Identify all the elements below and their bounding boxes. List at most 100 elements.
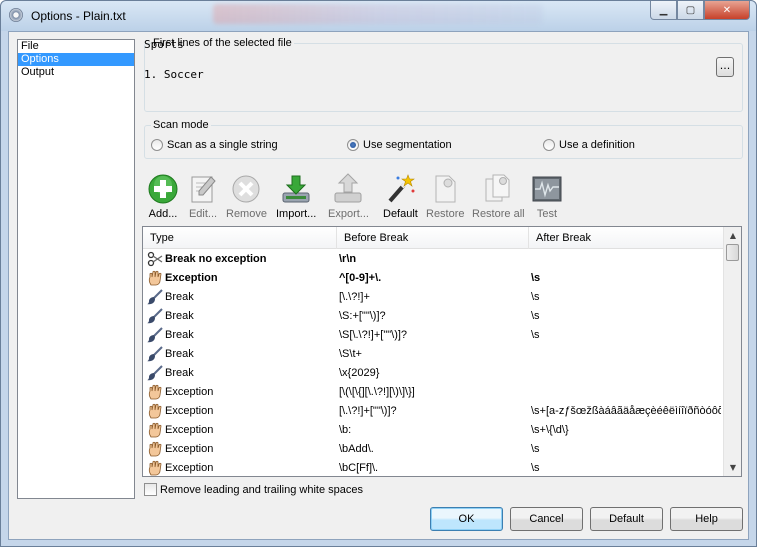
- cell-type: Exception: [165, 405, 214, 417]
- window-title: Options - Plain.txt: [31, 9, 126, 23]
- minimize-icon: ▁: [659, 4, 668, 16]
- nav-list[interactable]: File Options Output: [17, 39, 135, 499]
- scroll-up-icon[interactable]: ▲: [724, 227, 741, 244]
- hand-icon: [147, 384, 163, 400]
- cell-before-break: \b:: [339, 424, 352, 436]
- cell-type: Break: [165, 291, 194, 303]
- default-settings-button[interactable]: Default: [590, 507, 663, 531]
- brush-icon: [147, 346, 163, 362]
- remove-icon: [232, 175, 260, 203]
- column-header-before-break[interactable]: Before Break: [337, 227, 529, 249]
- table-row[interactable]: Exception [\.\?!]+[""\)]? \s+[a-zƒšœžßàáâã…: [143, 402, 723, 421]
- remove-whitespace-checkbox[interactable]: Remove leading and trailing white spaces: [144, 483, 363, 496]
- export-button[interactable]: Export...: [328, 173, 369, 220]
- cell-after-break: \s: [531, 462, 540, 474]
- cell-after-break: \s: [531, 310, 540, 322]
- radio-dot: [151, 139, 163, 151]
- table-header: Type Before Break After Break: [143, 227, 723, 249]
- remove-button[interactable]: Remove: [226, 173, 267, 220]
- table-row[interactable]: Exception [\(\[\{][\.\?!][\)\]\}]: [143, 383, 723, 402]
- nav-item-options[interactable]: Options: [18, 53, 134, 66]
- radio-dot-selected: [347, 139, 359, 151]
- cell-after-break: \s: [531, 272, 541, 284]
- cell-after-break: \s+\{\d\}: [531, 424, 569, 436]
- browse-button[interactable]: ...: [716, 57, 734, 77]
- cell-type: Exception: [165, 272, 218, 284]
- hand-icon: [147, 441, 163, 457]
- preview-line: [144, 52, 710, 67]
- cell-type: Break: [165, 348, 194, 360]
- close-icon: ✕: [722, 4, 732, 16]
- scissors-icon: [147, 251, 163, 267]
- toolbar-label: Restore all: [472, 208, 525, 220]
- table-row[interactable]: Break no exception \r\n: [143, 250, 723, 269]
- cell-after-break: \s: [531, 443, 540, 455]
- table-row[interactable]: Break \S\t+: [143, 345, 723, 364]
- preview-line: Sports: [144, 38, 184, 51]
- cell-after-break: \s+[a-zƒšœžßàáâãäåæçèéêëìíîïðñòóôõö: [531, 405, 721, 417]
- restore-all-icon: [485, 174, 510, 202]
- cell-after-break: \s: [531, 329, 540, 341]
- export-icon: [334, 173, 362, 203]
- toolbar-label: Add...: [148, 208, 178, 220]
- scroll-thumb[interactable]: [726, 244, 739, 261]
- cell-type: Break no exception: [165, 253, 267, 265]
- default-button[interactable]: Default: [383, 173, 418, 220]
- test-button[interactable]: Test: [531, 173, 563, 220]
- radio-use-segmentation[interactable]: Use segmentation: [347, 139, 452, 151]
- table-row[interactable]: Exception \bAdd\. \s: [143, 440, 723, 459]
- radio-single-string[interactable]: Scan as a single string: [151, 139, 278, 151]
- cell-type: Break: [165, 329, 194, 341]
- toolbar-label: Default: [383, 208, 418, 220]
- rules-table[interactable]: Type Before Break After Break Break no e…: [142, 226, 742, 477]
- scan-mode-legend: Scan mode: [153, 119, 209, 131]
- cell-before-break: \bAdd\.: [339, 443, 374, 455]
- nav-item-file[interactable]: File: [18, 40, 134, 53]
- table-row[interactable]: Break [\.\?!]+ \s: [143, 288, 723, 307]
- minimize-button[interactable]: ▁: [650, 1, 677, 20]
- table-row[interactable]: Break \S[\.\?!]+[""\)]? \s: [143, 326, 723, 345]
- vertical-scrollbar[interactable]: ▲ ▼: [723, 227, 741, 476]
- import-button[interactable]: Import...: [276, 173, 316, 220]
- gear-icon: [9, 8, 23, 22]
- cell-type: Exception: [165, 462, 214, 474]
- cell-type: Exception: [165, 443, 214, 455]
- table-row[interactable]: Exception \bC[Ff]\. \s: [143, 459, 723, 476]
- table-row[interactable]: Break \x{2029}: [143, 364, 723, 383]
- test-icon: [532, 176, 562, 202]
- cell-before-break: [\(\[\{][\.\?!][\)\]\}]: [339, 386, 415, 398]
- hand-icon: [147, 422, 163, 438]
- column-header-type[interactable]: Type: [143, 227, 337, 249]
- ok-button[interactable]: OK: [430, 507, 503, 531]
- cell-before-break: \S[\.\?!]+[""\)]?: [339, 329, 408, 341]
- table-row[interactable]: Exception \b: \s+\{\d\}: [143, 421, 723, 440]
- toolbar-label: Remove: [226, 208, 267, 220]
- column-header-after-break[interactable]: After Break: [529, 227, 723, 249]
- cell-after-break: [531, 250, 721, 269]
- cell-type: Exception: [165, 424, 214, 436]
- add-button[interactable]: Add...: [147, 173, 179, 220]
- toolbar-label: Export...: [328, 208, 369, 220]
- checkbox-label: Remove leading and trailing white spaces: [160, 483, 364, 496]
- help-button[interactable]: Help: [670, 507, 743, 531]
- brush-icon: [147, 289, 163, 305]
- file-preview: Sports 1. Soccer: [144, 37, 710, 101]
- brush-icon: [147, 327, 163, 343]
- close-button[interactable]: ✕: [704, 1, 750, 20]
- nav-item-output[interactable]: Output: [18, 66, 134, 79]
- toolbar-label: Edit...: [188, 208, 218, 220]
- toolbar-label: Restore: [426, 208, 465, 220]
- scroll-down-icon[interactable]: ▼: [724, 459, 741, 476]
- restore-button[interactable]: Restore: [426, 173, 465, 220]
- title-bar[interactable]: Options - Plain.txt ▁ ▢ ✕: [1, 1, 756, 31]
- radio-use-definition[interactable]: Use a definition: [543, 139, 635, 151]
- maximize-button[interactable]: ▢: [677, 1, 704, 20]
- restore-all-button[interactable]: Restore all: [472, 173, 525, 220]
- table-row[interactable]: Break \S:+[""\)]? \s: [143, 307, 723, 326]
- background-title-blur: [213, 4, 543, 24]
- edit-button[interactable]: Edit...: [187, 173, 219, 220]
- table-row[interactable]: Exception ^[0-9]+\. \s: [143, 269, 723, 288]
- cell-type: Break: [165, 310, 194, 322]
- cancel-button[interactable]: Cancel: [510, 507, 583, 531]
- brush-icon: [147, 308, 163, 324]
